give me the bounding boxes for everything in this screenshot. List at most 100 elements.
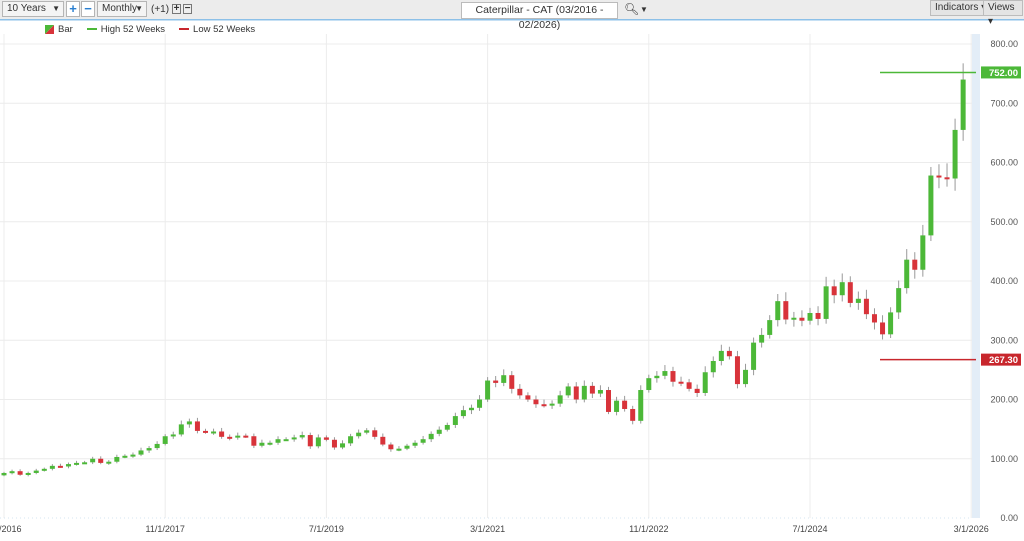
y-tick-label: 500.00 xyxy=(990,217,1018,227)
candle-body xyxy=(944,177,950,180)
candle xyxy=(888,307,894,338)
legend-bar-label: Bar xyxy=(58,23,73,35)
candle-body xyxy=(428,433,434,440)
x-tick-label: 3/1/2026 xyxy=(954,524,989,534)
candle xyxy=(597,385,603,398)
candle xyxy=(162,434,168,446)
candle-body xyxy=(783,301,789,320)
candle-body xyxy=(646,378,652,391)
candle xyxy=(33,468,39,475)
candle xyxy=(380,433,386,447)
range-select[interactable]: 10 Years ▼ xyxy=(2,1,64,17)
candle xyxy=(880,315,886,340)
candle xyxy=(130,452,136,458)
candle xyxy=(428,431,434,443)
candlestick-chart[interactable]: 0.00 100.00 200.00 300.00 400.00 500.00 600.00… xyxy=(0,0,1024,541)
candle-body xyxy=(65,464,71,467)
candle-body xyxy=(146,448,152,451)
candle xyxy=(219,427,225,439)
candle xyxy=(855,291,861,310)
candle-body xyxy=(654,375,660,379)
candle-body xyxy=(863,298,869,315)
candle xyxy=(831,279,837,304)
offset-plus-button[interactable]: + xyxy=(172,4,181,14)
candle-body xyxy=(847,282,853,303)
candle-body xyxy=(928,175,934,236)
candle xyxy=(251,433,257,449)
candle-body xyxy=(759,334,765,343)
candle-body xyxy=(307,435,313,447)
candle-body xyxy=(138,450,144,455)
candle-body xyxy=(912,259,918,270)
candle-body xyxy=(823,286,829,319)
legend-high: High 52 Weeks xyxy=(86,24,165,35)
zoom-in-button[interactable]: + xyxy=(66,1,80,17)
candle-body xyxy=(896,288,902,313)
candle xyxy=(928,166,934,242)
candle xyxy=(501,369,507,387)
candle xyxy=(581,380,587,403)
candle xyxy=(235,432,241,440)
offset-minus-button[interactable]: − xyxy=(183,4,192,14)
candle-body xyxy=(315,437,321,447)
legend-bar: Bar xyxy=(45,24,73,35)
candle-body xyxy=(533,399,539,405)
candle-body xyxy=(751,342,757,370)
candle xyxy=(541,399,547,408)
candle-body xyxy=(49,465,55,469)
candle-body xyxy=(638,390,644,421)
candle xyxy=(936,164,942,189)
candle-body xyxy=(404,445,410,449)
candle-body xyxy=(340,443,346,448)
candle-body xyxy=(1,472,7,476)
zoom-out-button[interactable]: − xyxy=(81,1,95,17)
candle xyxy=(170,431,176,439)
candle xyxy=(74,460,80,466)
candle-body xyxy=(614,400,620,412)
indicators-button[interactable]: Indicators ▾ xyxy=(930,0,992,16)
candle xyxy=(340,440,346,450)
candle-body xyxy=(622,400,628,409)
candle-body xyxy=(718,350,724,361)
candle-body xyxy=(460,410,466,417)
search-icon[interactable]: 🔍︎ xyxy=(624,2,639,16)
candle xyxy=(493,376,499,388)
bar-swatch-icon xyxy=(45,24,54,34)
candle-body xyxy=(25,472,31,475)
y-tick-label: 0.00 xyxy=(1000,513,1018,523)
candle xyxy=(243,433,249,438)
candle-body xyxy=(702,372,708,393)
symbol-title-input[interactable]: Caterpillar - CAT (03/2016 - 02/2026) xyxy=(461,2,618,31)
candle-body xyxy=(17,471,23,475)
candle-body xyxy=(743,369,749,385)
search-dropdown-icon[interactable]: ▼ xyxy=(640,5,648,14)
interval-select[interactable]: Monthly ▼ xyxy=(97,1,147,17)
candle xyxy=(404,443,410,451)
candle-body xyxy=(485,380,491,400)
offset-label: (+1) xyxy=(151,4,170,15)
candle xyxy=(775,293,781,327)
views-button[interactable]: Views ▾ xyxy=(983,0,1023,27)
candle xyxy=(944,163,950,187)
candle-body xyxy=(162,436,168,444)
candle-body xyxy=(74,462,80,465)
candle xyxy=(227,434,233,441)
candle xyxy=(863,289,869,320)
candle-body xyxy=(807,312,813,321)
candle xyxy=(686,378,692,392)
x-tick-label: 7/1/2019 xyxy=(309,524,344,534)
candle xyxy=(477,395,483,411)
candle-body xyxy=(791,317,797,320)
candle-body xyxy=(678,381,684,384)
candle xyxy=(549,400,555,409)
candle xyxy=(904,249,910,294)
x-tick-label: 3/1/2016 xyxy=(0,524,22,534)
candle-body xyxy=(517,388,523,396)
candle xyxy=(146,446,152,453)
high-52-week-value: 752.00 xyxy=(989,68,1018,79)
y-tick-label: 200.00 xyxy=(990,395,1018,405)
chevron-down-icon: ▼ xyxy=(135,4,143,13)
candle xyxy=(65,462,71,469)
y-axis-scroll-strip xyxy=(972,34,980,518)
range-value: 10 Years xyxy=(7,3,46,14)
